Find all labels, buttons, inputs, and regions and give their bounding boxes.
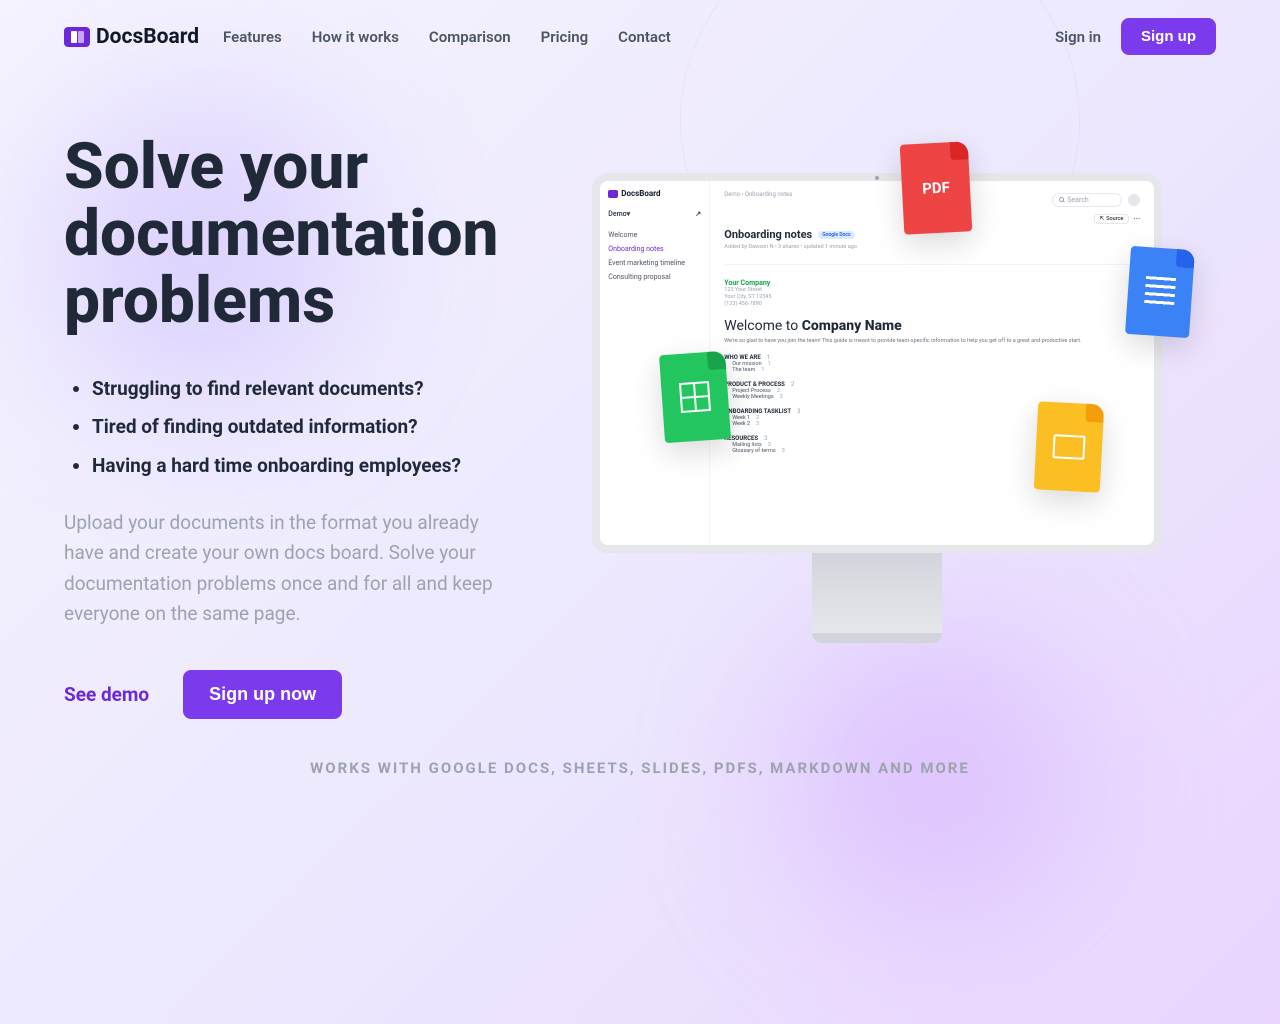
search-placeholder: Search	[1067, 196, 1089, 204]
nav-right: Sign in Sign up	[1055, 18, 1216, 55]
source-button[interactable]: ⇱ Source	[1094, 214, 1130, 224]
demo-link[interactable]: See demo	[64, 683, 149, 706]
google-slide-icon	[1034, 401, 1105, 492]
google-sheet-icon	[659, 351, 731, 443]
address-line: (123) 456-7890	[724, 301, 1140, 308]
logo-icon	[64, 27, 90, 47]
external-link-icon: ↗	[695, 210, 701, 218]
workspace-name: Demo	[608, 210, 626, 218]
section-heading: WHO WE ARE1	[724, 354, 1140, 361]
hero-description: Upload your documents in the format you …	[64, 508, 499, 630]
company-name: Your Company	[724, 279, 1140, 287]
breadcrumb: Demo › Onboarding notes	[724, 191, 792, 198]
cta-row: See demo Sign up now	[64, 670, 499, 719]
section-item: The team1	[724, 367, 1140, 373]
hero: Solve your documentation problems Strugg…	[0, 73, 1280, 719]
nav-howitworks[interactable]: How it works	[312, 28, 399, 46]
brand-text: DocsBoard	[96, 25, 199, 49]
address-line: 123 Your Street	[724, 287, 1140, 294]
chevron-down-icon: ▾	[627, 210, 631, 218]
bullet-item: Struggling to find relevant documents?	[92, 375, 499, 404]
monitor-illustration: DocsBoard Demo ▾ ↗ Welcome Onboarding no…	[592, 173, 1162, 643]
sidebar-item[interactable]: Consulting proposal	[608, 270, 701, 284]
camera-dot	[875, 176, 879, 180]
app-brand: DocsBoard	[621, 189, 660, 198]
hero-visual: DocsBoard Demo ▾ ↗ Welcome Onboarding no…	[539, 133, 1216, 719]
nav-contact[interactable]: Contact	[618, 28, 671, 46]
section-heading: PRODUCT & PROCESS2	[724, 381, 1140, 388]
nav-features[interactable]: Features	[223, 28, 282, 46]
avatar[interactable]	[1128, 194, 1140, 206]
pdf-file-icon: PDF	[900, 141, 973, 234]
sidebar-item[interactable]: Event marketing timeline	[608, 256, 701, 270]
works-with-text: WORKS WITH GOOGLE DOCS, SHEETS, SLIDES, …	[0, 759, 1280, 777]
divider	[724, 264, 1140, 265]
search-icon	[1059, 197, 1064, 202]
address-line: Your City, ST 12345	[724, 294, 1140, 301]
nav-links: Features How it works Comparison Pricing…	[223, 28, 671, 46]
bullet-item: Having a hard time onboarding employees?	[92, 452, 499, 481]
nav-pricing[interactable]: Pricing	[541, 28, 589, 46]
search-input[interactable]: Search	[1052, 193, 1122, 207]
link-icon: ⇱	[1100, 216, 1105, 222]
signup-button[interactable]: Sign up	[1121, 18, 1216, 55]
nav-comparison[interactable]: Comparison	[429, 28, 511, 46]
app-logo-icon	[608, 190, 618, 198]
workspace-dropdown[interactable]: Demo ▾ ↗	[608, 210, 701, 218]
sidebar-item[interactable]: Welcome	[608, 228, 701, 242]
bullet-item: Tired of finding outdated information?	[92, 413, 499, 442]
welcome-heading: Welcome to Company Name	[724, 318, 1140, 334]
hero-bullets: Struggling to find relevant documents? T…	[64, 375, 499, 481]
signup-now-button[interactable]: Sign up now	[183, 670, 342, 719]
hero-title: Solve your documentation problems	[64, 133, 499, 335]
google-doc-icon	[1125, 246, 1195, 338]
app-logo: DocsBoard	[608, 189, 701, 198]
section-item: Weekly Meetings2	[724, 394, 1140, 400]
intro-text: We're so glad to have you join the team!…	[724, 338, 1140, 346]
doc-type-badge: Google Docs	[818, 231, 854, 239]
more-icon[interactable]: ⋯	[1133, 215, 1140, 223]
monitor-stand	[812, 553, 942, 633]
sidebar-item[interactable]: Onboarding notes	[608, 242, 701, 256]
signin-link[interactable]: Sign in	[1055, 28, 1101, 46]
logo[interactable]: DocsBoard	[64, 25, 199, 49]
doc-meta: Added by Dawson N • 3 shares • updated 1…	[724, 244, 1140, 250]
monitor-foot	[812, 633, 942, 643]
hero-copy: Solve your documentation problems Strugg…	[64, 133, 499, 719]
top-nav: DocsBoard Features How it works Comparis…	[0, 0, 1280, 73]
